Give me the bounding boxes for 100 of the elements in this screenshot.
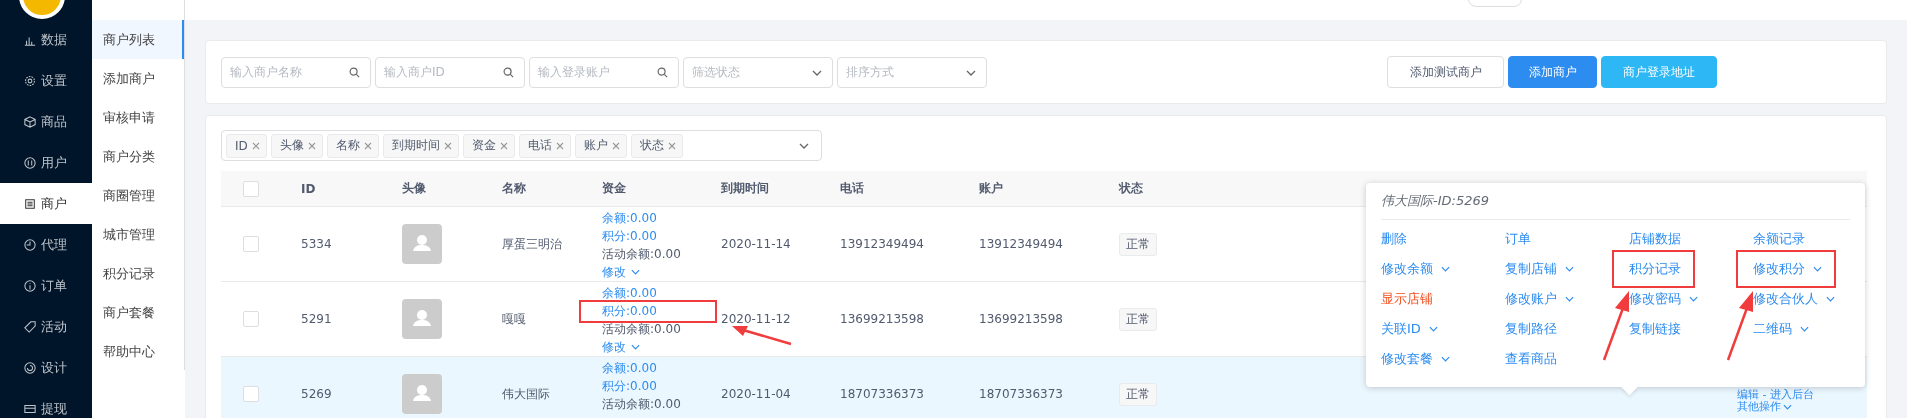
- checkbox[interactable]: [243, 386, 259, 402]
- column-tag[interactable]: 资金: [462, 133, 515, 158]
- clock-icon: [24, 238, 36, 251]
- fund-text: 活动余额:0.00: [602, 246, 681, 263]
- checkbox[interactable]: [243, 236, 259, 252]
- chevron-down-icon: [1783, 404, 1792, 410]
- chevron-down-icon: [631, 344, 640, 350]
- submenu-item[interactable]: 商户分类: [92, 137, 184, 176]
- status-tag: 正常: [1119, 382, 1157, 406]
- popover-link[interactable]: 删除: [1381, 230, 1407, 248]
- popover-link[interactable]: 复制路径: [1505, 320, 1557, 338]
- popover-link[interactable]: 复制店铺: [1505, 260, 1574, 278]
- status-tag: 正常: [1119, 232, 1157, 256]
- close-icon: [363, 141, 372, 150]
- submenu-item[interactable]: 添加商户: [92, 59, 184, 98]
- search-field[interactable]: 输入登录账户: [529, 56, 679, 88]
- sidebar-item[interactable]: 代理: [0, 224, 92, 265]
- sidebar-item[interactable]: 用户: [0, 142, 92, 183]
- edit-dropdown[interactable]: 修改: [602, 263, 640, 281]
- search-icon: [503, 66, 514, 78]
- popover-link[interactable]: 显示店铺: [1381, 290, 1433, 308]
- popover-link[interactable]: 店铺数据: [1629, 230, 1681, 248]
- action-button[interactable]: 添加测试商户: [1387, 56, 1504, 88]
- popover-link[interactable]: 修改密码: [1629, 290, 1698, 308]
- table-cell: 13912349494: [840, 237, 924, 251]
- column-tag[interactable]: 电话: [518, 133, 571, 158]
- popover-link[interactable]: 积分记录: [1612, 250, 1695, 288]
- table-cell: 13699213598: [979, 312, 1063, 326]
- avatar-placeholder: [402, 299, 442, 339]
- table-cell: 13699213598: [840, 312, 924, 326]
- column-tag[interactable]: 到期时间: [382, 133, 459, 158]
- fund-text: 积分:0.00: [602, 303, 657, 320]
- column-tag[interactable]: 名称: [326, 133, 379, 158]
- submenu-item[interactable]: 审核申请: [92, 98, 184, 137]
- close-icon: [611, 141, 620, 150]
- popover-link[interactable]: 修改余额: [1381, 260, 1450, 278]
- close-icon: [499, 141, 508, 150]
- column-tag[interactable]: ID: [226, 133, 267, 158]
- popover-link[interactable]: 复制链接: [1629, 320, 1681, 338]
- chevron-down-icon: [1428, 326, 1438, 332]
- chevron-down-icon: [631, 269, 640, 275]
- popover-link[interactable]: 修改积分: [1736, 250, 1836, 288]
- sidebar-item[interactable]: 设置: [0, 60, 92, 101]
- close-icon: [307, 141, 316, 150]
- card-icon: [24, 402, 36, 415]
- submenu-item[interactable]: 商户列表: [92, 20, 184, 59]
- sidebar-item[interactable]: 设计: [0, 347, 92, 388]
- popover-link[interactable]: 修改账户: [1505, 290, 1574, 308]
- search-field[interactable]: 输入商户名称: [221, 56, 371, 88]
- popover-link[interactable]: 关联ID: [1381, 320, 1438, 338]
- fund-text: 余额:0.00: [602, 285, 657, 302]
- submenu-item[interactable]: 商圈管理: [92, 176, 184, 215]
- submenu-item[interactable]: 积分记录: [92, 254, 184, 293]
- chevron-down-icon: [812, 69, 822, 76]
- avatar-placeholder: [402, 374, 442, 414]
- table-cell-text: 厚蛋三明治: [502, 235, 562, 253]
- popover-link[interactable]: 查看商品: [1505, 350, 1557, 368]
- fund-text: 积分:0.00: [602, 228, 657, 245]
- sidebar-item[interactable]: 数据: [0, 19, 92, 60]
- column-header: 名称: [502, 180, 526, 197]
- status-tag: 正常: [1119, 307, 1157, 331]
- table-cell: 5334: [301, 237, 332, 251]
- popover-link[interactable]: 余额记录: [1753, 230, 1805, 248]
- search-icon: [349, 66, 360, 78]
- sidebar-item[interactable]: 活动: [0, 306, 92, 347]
- popover-link[interactable]: 修改合伙人: [1753, 290, 1835, 308]
- sidebar-item[interactable]: 商品: [0, 101, 92, 142]
- table-cell: 18707336373: [840, 387, 924, 401]
- table-cell: 2020-11-04: [721, 387, 791, 401]
- sidebar-item[interactable]: 订单: [0, 265, 92, 306]
- fund-text: 活动余额:0.00: [602, 321, 681, 338]
- checkbox[interactable]: [243, 180, 259, 197]
- chevron-down-icon: [1441, 266, 1450, 272]
- chevron-down-icon: [1441, 356, 1450, 362]
- popover-link[interactable]: 二维码: [1753, 320, 1809, 338]
- fund-text: 活动余额:0.00: [602, 396, 681, 413]
- table-cell: 5269: [301, 387, 332, 401]
- search-field[interactable]: 输入商户ID: [375, 56, 525, 88]
- column-header: 账户: [979, 180, 1003, 197]
- select-field[interactable]: 筛选状态: [683, 56, 833, 88]
- fund-text: 积分:0.00: [602, 378, 657, 395]
- avatar-placeholder: [402, 224, 442, 264]
- search-icon: [657, 66, 668, 78]
- chevron-down-icon: [1826, 296, 1835, 302]
- submenu-item[interactable]: 城市管理: [92, 215, 184, 254]
- sidebar-item[interactable]: 商户: [0, 183, 92, 224]
- column-select[interactable]: ID 头像 名称 到期时间 资金 电话 账户 状态: [221, 130, 822, 161]
- column-tag[interactable]: 状态: [630, 133, 683, 158]
- table-cell: 13912349494: [979, 237, 1063, 251]
- checkbox[interactable]: [243, 311, 259, 327]
- popover-link[interactable]: 订单: [1505, 230, 1531, 248]
- select-field[interactable]: 排序方式: [837, 56, 987, 88]
- submenu-item[interactable]: 商户套餐: [92, 293, 184, 332]
- popover-link[interactable]: 修改套餐: [1381, 350, 1450, 368]
- column-tag[interactable]: 账户: [574, 133, 627, 158]
- tag-icon: [24, 320, 36, 333]
- column-tag[interactable]: 头像: [270, 133, 323, 158]
- sidebar-item[interactable]: 提现: [0, 388, 92, 418]
- submenu-item[interactable]: 帮助中心: [92, 332, 184, 371]
- edit-dropdown[interactable]: 修改: [602, 338, 640, 356]
